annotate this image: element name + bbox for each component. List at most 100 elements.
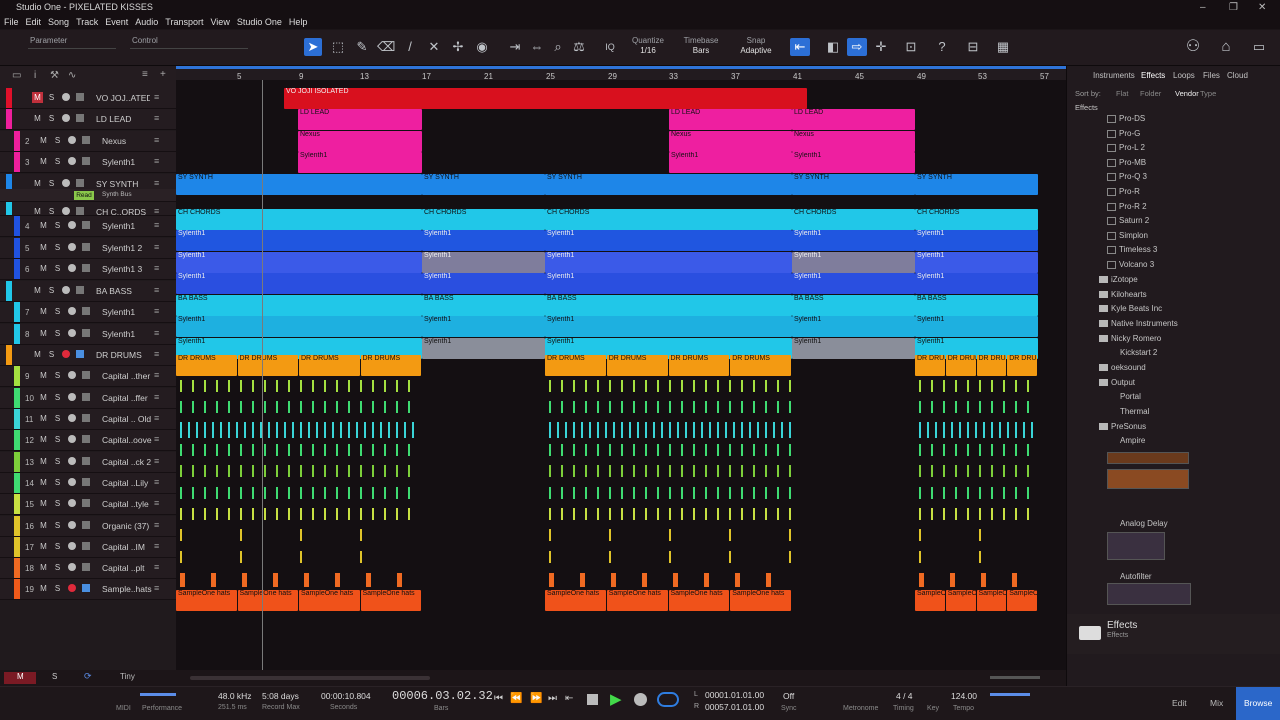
midi-note[interactable] — [729, 401, 731, 413]
monitor-button[interactable] — [82, 584, 90, 592]
follow-icon[interactable]: ⇨ — [847, 38, 867, 56]
midi-note[interactable] — [701, 422, 703, 438]
midi-note[interactable] — [228, 508, 230, 520]
midi-note[interactable] — [717, 508, 719, 520]
midi-note[interactable] — [252, 508, 254, 520]
midi-note[interactable] — [717, 401, 719, 413]
midi-note[interactable] — [729, 529, 731, 541]
solo-button[interactable]: S — [52, 263, 63, 274]
solo-button[interactable]: S — [52, 456, 63, 467]
mute-button[interactable]: M — [38, 498, 49, 509]
midi-note[interactable] — [264, 380, 266, 392]
effect-item[interactable]: Pro-G — [1119, 129, 1140, 138]
record-arm-button[interactable] — [68, 329, 76, 337]
vendor-folder[interactable]: Native Instruments — [1111, 319, 1178, 328]
play-icon[interactable]: ▶ — [610, 690, 622, 708]
midi-note[interactable] — [384, 401, 386, 413]
midi-note[interactable] — [228, 422, 230, 438]
midi-note[interactable] — [919, 444, 921, 456]
midi-note[interactable] — [661, 422, 663, 438]
midi-note[interactable] — [220, 422, 222, 438]
midi-note[interactable] — [561, 401, 563, 413]
midi-note[interactable] — [216, 465, 218, 477]
midi-note[interactable] — [1023, 422, 1025, 438]
vendor-folder[interactable]: iZotope — [1111, 275, 1138, 284]
midi-note[interactable] — [404, 422, 406, 438]
iq-icon[interactable]: IQ — [601, 38, 619, 56]
track-header[interactable]: 12 M S Capital..oove ≡ — [0, 430, 176, 451]
midi-note[interactable] — [264, 401, 266, 413]
midi-note[interactable] — [693, 465, 695, 477]
track-header[interactable]: M S DR DRUMS ≡ — [0, 345, 176, 366]
midi-note[interactable] — [789, 422, 791, 438]
vendor-folder[interactable]: oeksound — [1111, 363, 1146, 372]
vendor-folder[interactable]: Nicky Romero — [1111, 334, 1161, 343]
folder-clip[interactable]: BA BASS — [422, 295, 545, 316]
transient-icon[interactable]: ⚖ — [570, 38, 588, 56]
automation-read-button[interactable]: Read — [74, 191, 94, 200]
midi-note[interactable] — [611, 573, 616, 587]
midi-note[interactable] — [1003, 380, 1005, 392]
midi-note[interactable] — [681, 465, 683, 477]
instrument-clip[interactable]: Sylenth1 — [792, 316, 915, 337]
midi-note[interactable] — [304, 573, 309, 587]
midi-note[interactable] — [581, 422, 583, 438]
midi-note[interactable] — [597, 487, 599, 499]
midi-note[interactable] — [669, 380, 671, 392]
split-tool-icon[interactable]: ✎ — [353, 38, 371, 56]
midi-note[interactable] — [705, 401, 707, 413]
midi-note[interactable] — [204, 444, 206, 456]
midi-note[interactable] — [312, 380, 314, 392]
midi-note[interactable] — [645, 380, 647, 392]
loop-start-icon[interactable]: ⇤ — [565, 693, 573, 704]
midi-note[interactable] — [573, 401, 575, 413]
audio-clip[interactable]: SampleOne hats — [730, 590, 791, 611]
midi-note[interactable] — [288, 465, 290, 477]
audio-clip[interactable]: SampleOne hats — [299, 590, 360, 611]
effect-item[interactable]: Simplon — [1119, 231, 1148, 240]
track-header[interactable]: 3 M S Sylenth1 ≡ — [0, 152, 176, 173]
midi-note[interactable] — [384, 465, 386, 477]
mute-tool-icon[interactable]: ✕ — [425, 38, 443, 56]
midi-note[interactable] — [991, 444, 993, 456]
midi-note[interactable] — [580, 573, 585, 587]
track-header[interactable]: 11 M S Capital .. Old ≡ — [0, 409, 176, 430]
midi-note[interactable] — [991, 422, 993, 438]
folder-clip[interactable]: DR DRUMS — [545, 355, 606, 376]
midi-note[interactable] — [753, 465, 755, 477]
midi-note[interactable] — [276, 487, 278, 499]
midi-note[interactable] — [975, 422, 977, 438]
browser-tab-cloud[interactable]: Cloud — [1227, 71, 1248, 80]
midi-note[interactable] — [336, 487, 338, 499]
midi-note[interactable] — [1015, 465, 1017, 477]
add-track-icon[interactable]: + — [160, 69, 166, 80]
midi-note[interactable] — [681, 401, 683, 413]
edit-button[interactable]: Edit — [1172, 698, 1187, 708]
audio-clip[interactable]: SampleOne hats — [237, 590, 298, 611]
midi-note[interactable] — [348, 380, 350, 392]
midi-note[interactable] — [396, 465, 398, 477]
track-menu-icon[interactable]: ≡ — [154, 220, 159, 230]
menu-studio-one[interactable]: Studio One — [237, 17, 282, 27]
midi-note[interactable] — [741, 508, 743, 520]
midi-note[interactable] — [216, 444, 218, 456]
sync-value[interactable]: Off — [783, 691, 794, 701]
midi-note[interactable] — [228, 380, 230, 392]
midi-note[interactable] — [991, 380, 993, 392]
instrument-clip[interactable]: Sylenth1 — [176, 316, 422, 337]
record-arm-button[interactable] — [68, 499, 76, 507]
midi-note[interactable] — [180, 529, 182, 541]
midi-note[interactable] — [705, 444, 707, 456]
midi-note[interactable] — [741, 401, 743, 413]
mute-button[interactable]: M — [38, 434, 49, 445]
midi-note[interactable] — [955, 444, 957, 456]
record-arm-button[interactable] — [62, 114, 70, 122]
midi-note[interactable] — [1027, 444, 1029, 456]
vendor-folder[interactable]: PreSonus — [1111, 422, 1146, 431]
effect-item[interactable]: Pro-R — [1119, 187, 1140, 196]
midi-note[interactable] — [408, 444, 410, 456]
midi-note[interactable] — [300, 487, 302, 499]
midi-note[interactable] — [597, 444, 599, 456]
folder-clip[interactable]: DR DRUMS — [176, 355, 237, 376]
midi-note[interactable] — [573, 508, 575, 520]
